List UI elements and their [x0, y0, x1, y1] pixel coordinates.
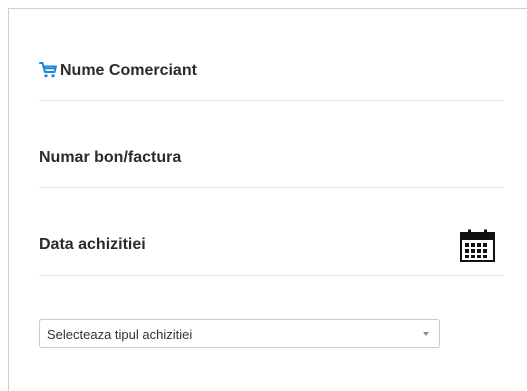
- merchant-name-label: Nume Comerciant: [60, 62, 197, 79]
- purchase-date-label: Data achizitiei: [39, 236, 146, 253]
- purchase-type-select[interactable]: Selecteaza tipul achizitiei: [39, 319, 440, 348]
- receipt-number-field[interactable]: Numar bon/factura: [39, 101, 503, 188]
- purchase-date-field[interactable]: Data achizitiei: [39, 188, 503, 276]
- shopping-cart-icon: [39, 62, 57, 78]
- calendar-icon[interactable]: [460, 229, 495, 262]
- receipt-number-label: Numar bon/factura: [39, 149, 182, 166]
- chevron-down-icon: [423, 332, 429, 336]
- merchant-name-field[interactable]: Nume Comerciant: [39, 9, 503, 101]
- form-panel: Nume Comerciant Numar bon/factura Data a…: [8, 8, 527, 391]
- purchase-type-selected-value: Selecteaza tipul achizitiei: [47, 327, 193, 342]
